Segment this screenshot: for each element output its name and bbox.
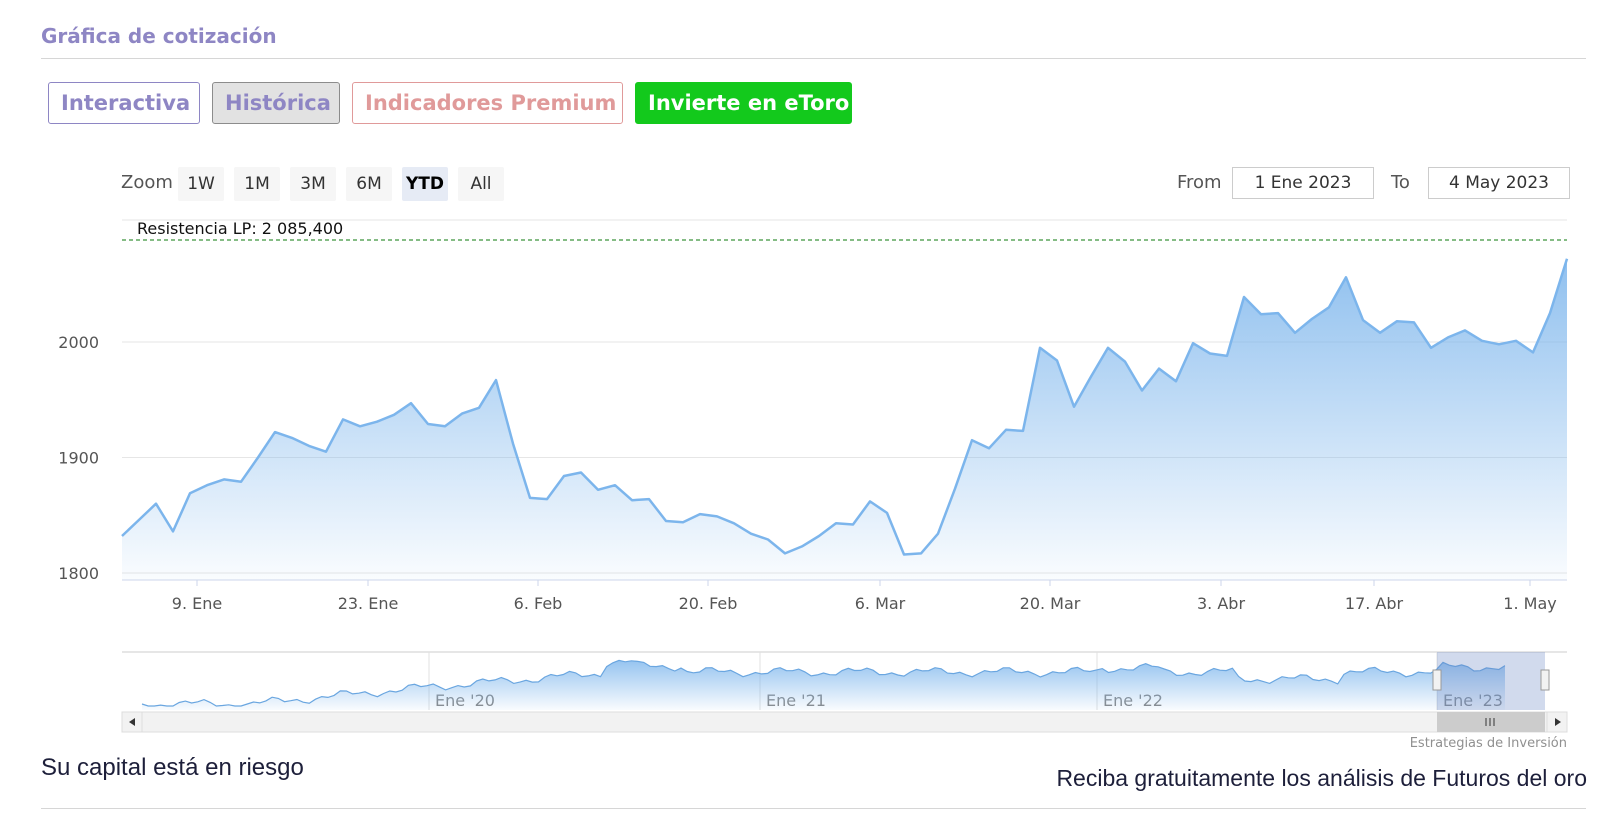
- navigator-selection: [1437, 652, 1545, 710]
- y-tick-label: 1900: [58, 449, 99, 468]
- x-tick-label: 23. Ene: [338, 594, 399, 613]
- x-tick-label: 20. Feb: [679, 594, 738, 613]
- price-chart: Resistencia LP: 2 085,400 1800 1900 2000 9.…: [58, 219, 1569, 751]
- scrollbar-track: [121, 711, 1568, 733]
- x-tick-label: 20. Mar: [1020, 594, 1081, 613]
- x-tick-label: 6. Feb: [514, 594, 563, 613]
- bottom-divider: [41, 808, 1586, 809]
- x-tick-label: 6. Mar: [855, 594, 906, 613]
- resistance-label: Resistencia LP: 2 085,400: [137, 219, 343, 238]
- x-tick-label: 9. Ene: [172, 594, 222, 613]
- capital-risk-notice: Su capital está en riesgo: [41, 754, 304, 781]
- scrollbar-thumb: [1437, 712, 1545, 732]
- navigator-area: [142, 660, 1505, 710]
- navigator-right-handle: [1540, 669, 1550, 691]
- y-tick-label: 1800: [58, 564, 99, 583]
- chart-credit: Estrategias de Inversión: [1410, 736, 1567, 751]
- free-analysis-link[interactable]: Reciba gratuitamente los análisis de Fut…: [1056, 765, 1587, 792]
- x-tick-label: 17. Abr: [1345, 594, 1404, 613]
- navigator-left-handle: [1432, 669, 1442, 691]
- x-tick-label: 1. May: [1503, 594, 1556, 613]
- price-area-fill: [122, 258, 1567, 580]
- y-tick-label: 2000: [58, 333, 99, 352]
- x-tick-label: 3. Abr: [1197, 594, 1245, 613]
